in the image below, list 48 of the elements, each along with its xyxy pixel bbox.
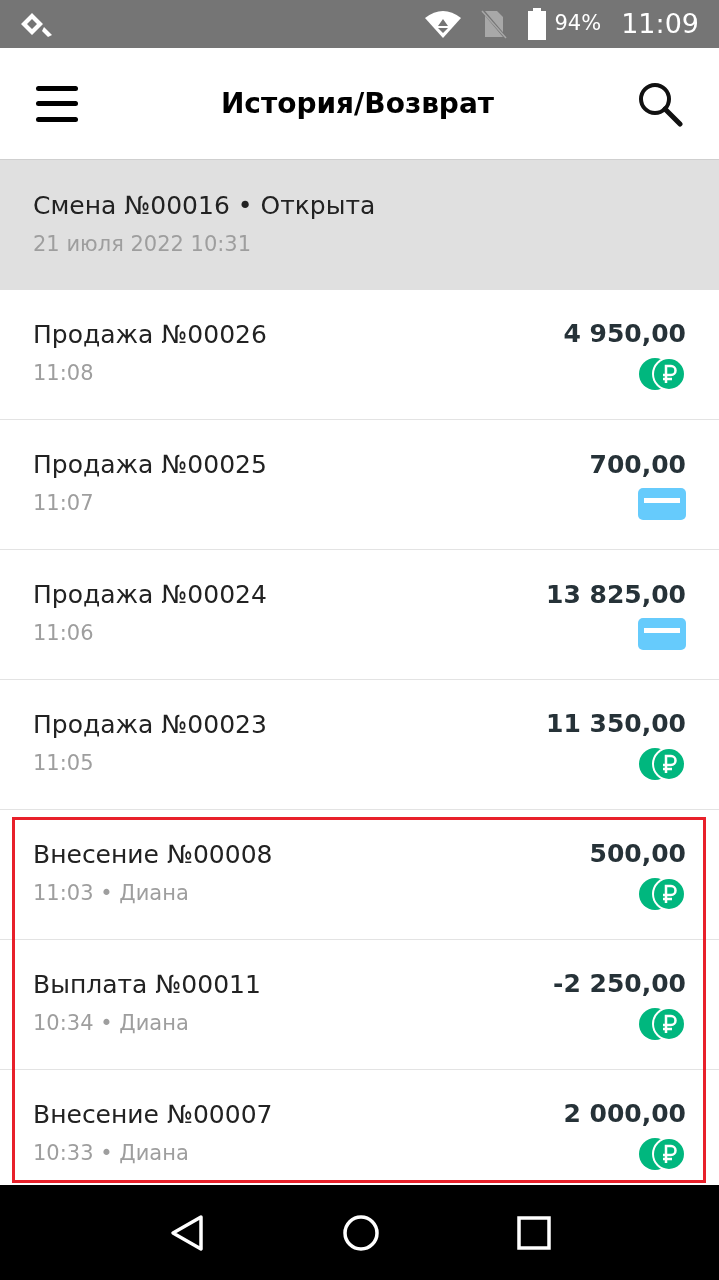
history-row[interactable]: Продажа №00023 11:05 11 350,00 bbox=[0, 680, 719, 810]
row-title: Выплата №00011 bbox=[33, 969, 262, 1001]
search-icon[interactable] bbox=[637, 80, 683, 127]
coins-icon bbox=[638, 747, 686, 782]
row-time: 11:05 bbox=[33, 750, 95, 778]
coins-icon bbox=[638, 1007, 686, 1042]
row-amount: 700,00 bbox=[589, 448, 686, 481]
shift-title: Смена №00016 • Открыта bbox=[33, 189, 377, 221]
row-time: 11:03 • Диана bbox=[33, 880, 190, 908]
wifi-icon bbox=[424, 10, 461, 38]
row-title: Продажа №00026 bbox=[33, 319, 268, 351]
card-icon bbox=[638, 618, 686, 651]
coins-icon bbox=[638, 357, 686, 392]
row-amount: 500,00 bbox=[589, 837, 686, 870]
history-row[interactable]: Выплата №00011 10:34 • Диана -2 250,00 bbox=[0, 940, 719, 1070]
clock: 11:09 bbox=[621, 6, 699, 41]
row-title: Продажа №00023 bbox=[33, 709, 268, 741]
coins-icon bbox=[638, 1137, 686, 1172]
row-amount: 13 825,00 bbox=[546, 578, 686, 611]
screen-title: История/Возврат bbox=[220, 85, 495, 122]
battery-percent: 94% bbox=[554, 10, 602, 38]
row-time: 11:08 bbox=[33, 360, 95, 388]
row-title: Внесение №00008 bbox=[33, 839, 274, 871]
back-icon[interactable] bbox=[168, 1213, 205, 1252]
row-time: 11:07 bbox=[33, 490, 95, 518]
row-amount: 4 950,00 bbox=[563, 317, 686, 350]
no-sim-icon bbox=[480, 9, 507, 39]
home-icon[interactable] bbox=[341, 1213, 380, 1252]
row-title: Внесение №00007 bbox=[33, 1099, 274, 1131]
history-row[interactable]: Продажа №00024 11:06 13 825,00 bbox=[0, 550, 719, 680]
recent-apps-icon[interactable] bbox=[516, 1215, 551, 1250]
coins-icon bbox=[638, 877, 686, 912]
row-time: 10:34 • Диана bbox=[33, 1010, 190, 1038]
row-amount: 2 000,00 bbox=[563, 1097, 686, 1130]
row-time: 10:33 • Диана bbox=[33, 1140, 190, 1168]
history-row[interactable]: Продажа №00025 11:07 700,00 bbox=[0, 420, 719, 550]
row-title: Продажа №00025 bbox=[33, 449, 268, 481]
battery-icon bbox=[526, 8, 547, 40]
app-logo-icon bbox=[20, 11, 54, 37]
history-row[interactable]: Внесение №00008 11:03 • Диана 500,00 bbox=[0, 810, 719, 940]
menu-button[interactable] bbox=[36, 85, 78, 122]
row-amount: -2 250,00 bbox=[553, 967, 686, 1000]
card-icon bbox=[638, 488, 686, 521]
row-amount: 11 350,00 bbox=[546, 707, 686, 740]
shift-date: 21 июля 2022 10:31 bbox=[33, 230, 253, 258]
row-time: 11:06 bbox=[33, 620, 95, 648]
row-title: Продажа №00024 bbox=[33, 579, 268, 611]
history-row[interactable]: Продажа №00026 11:08 4 950,00 bbox=[0, 290, 719, 420]
